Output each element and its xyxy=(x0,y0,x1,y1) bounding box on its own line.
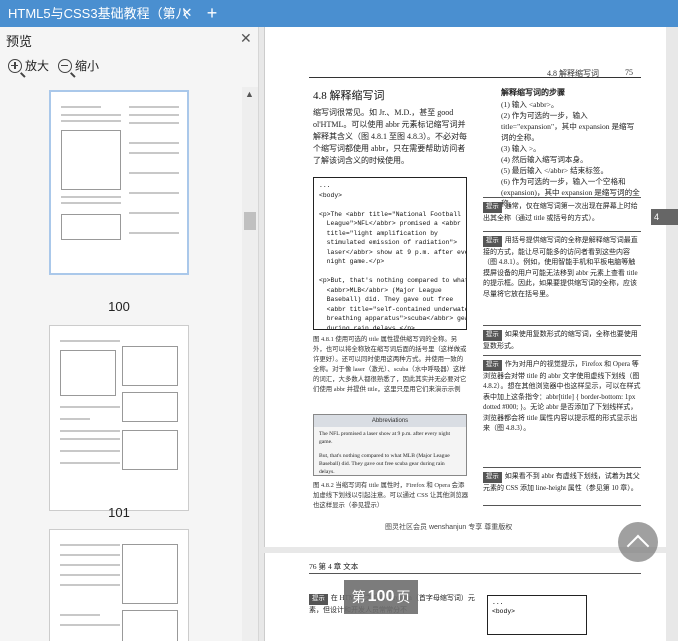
thumbnail-page-100[interactable] xyxy=(49,90,189,275)
page2-header-rule xyxy=(309,573,641,574)
panel-title: 预览 xyxy=(6,34,33,49)
page2-code: ... <body> xyxy=(487,595,587,635)
header-rule xyxy=(309,77,641,78)
tip-rule xyxy=(483,231,641,232)
tip-badge: 提示 xyxy=(483,472,502,483)
preview-panel: 预览 ✕ 放大 缩小 100 101 ▲ xyxy=(0,27,259,641)
zoom-out-button[interactable]: 缩小 xyxy=(58,57,99,74)
tip-rule xyxy=(483,197,641,198)
chapter-side-tab: 4 xyxy=(651,209,678,225)
document-tab[interactable]: HTML5与CSS3基础教程（第八 xyxy=(0,0,197,27)
new-tab-icon[interactable]: + xyxy=(203,2,221,24)
page-76: 76 第 4 章 文本 提示在 HTML5 之前有 acronym（首字母缩写词… xyxy=(264,553,666,641)
page-indicator-number: 100 xyxy=(367,588,395,605)
document-view: 4.8 解释缩写词 75 4.8 解释缩写词 缩写词很常见。如 Jr.、M.D.… xyxy=(260,27,678,641)
copyright-note: 图灵社区会员 wenshanjun 专享 尊重版权 xyxy=(385,524,513,531)
screenshot-text-2: But, that's nothing compared to what MLB… xyxy=(319,453,450,475)
tip-badge: 提示 xyxy=(309,594,328,605)
tip-rule xyxy=(483,467,641,468)
page-number: 75 xyxy=(625,68,633,77)
page-indicator-suffix: 页 xyxy=(396,589,411,605)
tip-4: 提示 作为对用户的视觉提示，Firefox 和 Opera 等浏览器会对带 tit… xyxy=(483,360,641,432)
zoom-in-button[interactable]: 放大 xyxy=(8,57,49,74)
steps-list: (1) 输入 <abbr>。 (2) 作为可选的一步，输入 title="exp… xyxy=(501,99,641,209)
page-indicator: 第 100 页 xyxy=(344,580,418,614)
tip-rule xyxy=(483,325,641,326)
tab-title: HTML5与CSS3基础教程（第八 xyxy=(8,6,189,21)
tip-badge: 提示 xyxy=(483,360,502,371)
step-item: (1) 输入 <abbr>。 xyxy=(501,100,559,109)
tab-bar: HTML5与CSS3基础教程（第八 ✕ + xyxy=(0,0,678,27)
tip-rule xyxy=(483,355,641,356)
tip-3: 提示 如果使用复数形式的缩写词，全称也要使用复数形式。 xyxy=(483,330,638,350)
thumbnail-list: 100 101 xyxy=(0,87,242,641)
step-item: (2) 作为可选的一步，输入 title="expansion"，其中 expa… xyxy=(501,111,635,142)
tip-2: 提示 用括号提供缩写词的全称是解释缩写词最直接的方式，能让尽可能多的访问者看到这些… xyxy=(483,236,638,298)
thumbnail-scrollbar[interactable]: ▲ xyxy=(242,87,258,641)
zoom-in-icon xyxy=(8,58,22,73)
intro-paragraph: 缩写词很常见。如 Jr.、M.D.，甚至 good ol'HTML。可以使用 a… xyxy=(313,108,467,165)
tip-badge: 提示 xyxy=(483,202,502,213)
step-item: (4) 然后输入缩写词本身。 xyxy=(501,155,588,164)
code-listing: ... <body> <p>The <abbr title="National … xyxy=(313,177,467,330)
zoom-in-label: 放大 xyxy=(25,59,50,73)
close-panel-icon[interactable]: ✕ xyxy=(240,30,252,47)
zoom-out-label: 缩小 xyxy=(75,59,100,73)
section-title: 4.8 解释缩写词 xyxy=(313,90,385,102)
page-indicator-prefix: 第 xyxy=(351,589,366,605)
figure-caption-1: 图 4.8.1 使用可选的 title 属性提供缩写词的全称。另外，也可以将全称… xyxy=(313,336,467,393)
scrollbar-thumb[interactable] xyxy=(244,212,256,230)
screenshot-text-1: The NFL promised a laser show at 9 p.m. … xyxy=(319,431,451,445)
page-75: 4.8 解释缩写词 75 4.8 解释缩写词 缩写词很常见。如 Jr.、M.D.… xyxy=(264,27,678,547)
step-item: (3) 输入 >。 xyxy=(501,144,541,153)
scroll-to-top-button[interactable] xyxy=(618,522,658,562)
scroll-up-icon[interactable]: ▲ xyxy=(245,89,254,99)
thumbnail-label-100: 100 xyxy=(108,299,130,314)
steps-title: 解释缩写词的步骤 xyxy=(501,88,565,97)
thumbnail-label-101: 101 xyxy=(108,505,130,520)
tip-1: 提示 通常，仅在缩写词第一次出现在屏幕上时给出其全称（通过 title 或括号的方… xyxy=(483,202,638,222)
tip-badge: 提示 xyxy=(483,330,502,341)
zoom-out-icon xyxy=(58,58,72,73)
page2-header: 76 第 4 章 文本 xyxy=(309,562,359,571)
tip-badge: 提示 xyxy=(483,236,502,247)
tip-rule xyxy=(483,505,641,506)
step-item: (5) 最后输入 </abbr> 结束标签。 xyxy=(501,166,609,175)
figure-caption-2: 图 4.8.2 当缩写词有 title 属性时，Firefox 和 Opera … xyxy=(313,482,469,509)
screenshot-title: Abbreviations xyxy=(314,415,466,427)
thumbnail-page-101[interactable] xyxy=(49,325,189,511)
browser-screenshot: Abbreviations The NFL promised a laser s… xyxy=(313,414,467,476)
tip-5: 提示 如果看不到 abbr 有虚线下划线，试着为其父元素的 CSS 添加 line… xyxy=(483,472,640,492)
close-tab-icon[interactable]: ✕ xyxy=(180,6,194,20)
thumbnail-page-102[interactable] xyxy=(49,529,189,641)
